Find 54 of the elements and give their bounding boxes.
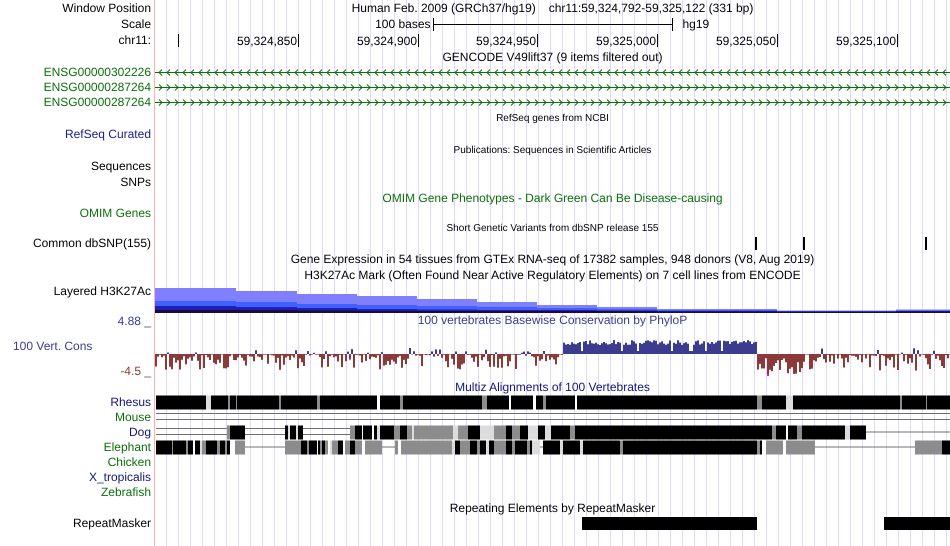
ruler-label: 59,325,100 — [836, 34, 896, 48]
variant-mark — [755, 237, 757, 250]
scale-label: 100 bases — [375, 17, 432, 31]
ruler-tick — [298, 34, 299, 47]
track-label[interactable]: Common dbSNP(155) — [32, 236, 151, 251]
position-text: chr11:59,324,792-59,325,122 (331 bp) — [548, 1, 754, 15]
track-title: Gene Expression in 54 tissues from GTEx RNA-seq of 17382 samples, 948 donors (V8, Aug 2019) — [290, 252, 814, 266]
species-label[interactable]: Rhesus — [110, 395, 151, 410]
gene-label[interactable]: ENSG00000287264 — [44, 95, 151, 110]
ruler-tick — [897, 34, 898, 47]
track-title: H3K27Ac Mark (Often Found Near Active Regulatory Elements) on 7 cell lines from ENCODE — [304, 268, 801, 282]
ruler-tick — [418, 34, 419, 47]
database-label: hg19 — [682, 17, 710, 31]
track-label[interactable]: SNPs — [120, 174, 151, 190]
row-label: Scale — [120, 16, 151, 32]
variant-mark — [925, 237, 927, 250]
track-label[interactable]: RepeatMasker — [72, 516, 151, 531]
ruler-tick — [178, 34, 179, 47]
track-label[interactable]: RefSeq Curated — [64, 126, 151, 142]
row-label: Window Position — [62, 0, 151, 16]
species-label[interactable]: X_tropicalis — [88, 470, 151, 485]
track-label[interactable]: Sequences — [90, 158, 151, 174]
ruler-tick — [537, 34, 538, 47]
axis-label: 4.88 _ — [116, 313, 151, 329]
track-title: Short Genetic Variants from dbSNP release 155 — [446, 222, 658, 236]
track-title: Repeating Elements by RepeatMasker — [450, 500, 656, 516]
track-title: Publications: Sequences in Scientific Articles — [454, 144, 652, 158]
repeat-block — [884, 517, 950, 530]
track-label[interactable]: OMIM Genes — [80, 206, 151, 221]
track-label[interactable]: 100 Vert. Cons — [0, 338, 151, 354]
ruler-tick — [657, 34, 658, 47]
species-label[interactable]: Dog — [128, 425, 151, 440]
track-title: 100 vertebrates Basewise Conservation by PhyloP — [416, 313, 688, 329]
ruler-label: 59,324,850 — [236, 34, 297, 48]
track-title: OMIM Gene Phenotypes - Dark Green Can Be Disease-causing — [382, 190, 723, 206]
track-label[interactable]: Layered H3K27Ac — [54, 284, 151, 299]
ruler-label: 59,324,950 — [476, 34, 536, 48]
track-title: RefSeq genes from NCBI — [496, 112, 609, 126]
species-label[interactable]: Zebrafish — [100, 485, 151, 500]
variant-mark — [803, 237, 805, 250]
track-title: GENCODE V49lift37 (9 items filtered out) — [442, 50, 663, 64]
species-label[interactable]: Chicken — [108, 455, 151, 470]
axis-label: -4.5 _ — [119, 363, 151, 379]
assembly-title: Human Feb. 2009 (GRCh37/hg19) — [352, 1, 536, 15]
species-label[interactable]: Mouse — [114, 410, 151, 425]
ruler-label: 59,325,000 — [596, 34, 656, 48]
gene-label[interactable]: ENSG00000302226 — [44, 65, 151, 80]
ruler-tick — [777, 34, 778, 47]
ruler-label: 59,325,050 — [716, 34, 776, 48]
track-title: Multiz Alignments of 100 Vertebrates — [455, 380, 650, 394]
species-label[interactable]: Elephant — [104, 440, 151, 455]
row-label: chr11: — [118, 33, 151, 48]
gene-label[interactable]: ENSG00000287264 — [44, 80, 151, 95]
ruler-label: 59,324,900 — [356, 34, 417, 48]
